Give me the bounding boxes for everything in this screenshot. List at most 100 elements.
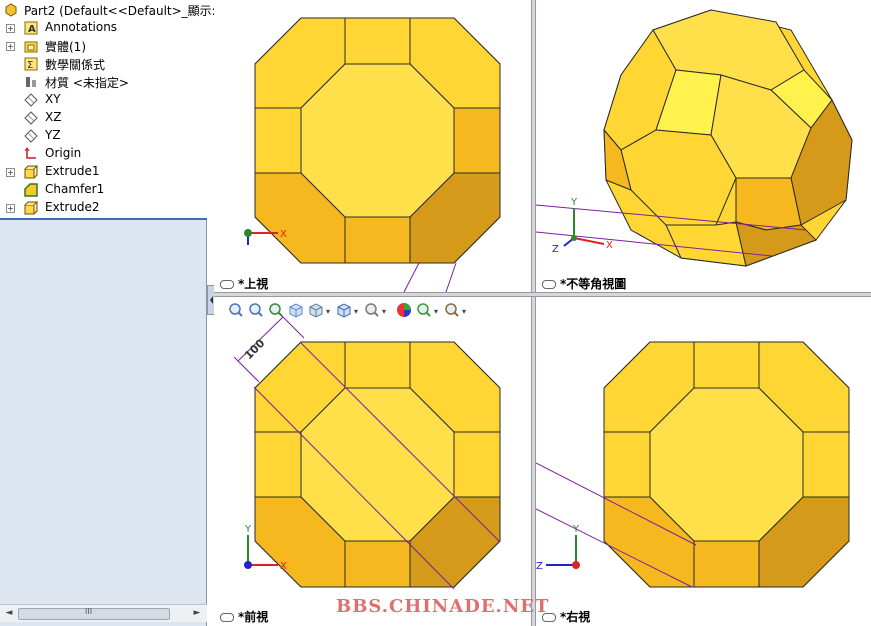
expand-icon[interactable]: + <box>6 168 15 177</box>
coordinate-triad: ZY <box>536 524 580 572</box>
scroll-grip: III <box>85 607 93 616</box>
dropdown-arrow-icon[interactable]: ▾ <box>382 307 386 316</box>
tree-item-label: Extrude2 <box>45 200 100 214</box>
viewport-front[interactable]: 100 X Y *前視 <box>214 297 531 626</box>
apply-scene-icon[interactable] <box>416 302 432 318</box>
tree-item[interactable]: 材質 <未指定> <box>0 73 207 91</box>
scroll-left-icon[interactable]: ◄ <box>2 606 16 620</box>
svg-text:Σ: Σ <box>27 60 33 71</box>
svg-text:A: A <box>28 24 36 35</box>
tree-item-label: XY <box>45 92 61 106</box>
edge-face <box>453 431 501 498</box>
edge-face <box>254 107 302 174</box>
expand-icon[interactable]: + <box>6 42 15 51</box>
viewport-label-top: *上視 <box>220 275 268 292</box>
tree-item[interactable]: + Extrude2 <box>0 199 207 217</box>
dropdown-arrow-icon[interactable]: ▾ <box>326 307 330 316</box>
sketch-line <box>403 262 420 292</box>
tree-item[interactable]: XZ <box>0 109 207 127</box>
edge-face <box>693 341 760 389</box>
tree-item[interactable]: + 實體(1) <box>0 37 207 55</box>
plane-icon <box>24 93 38 107</box>
edge-face <box>693 540 760 588</box>
scroll-thumb[interactable]: III <box>18 607 170 620</box>
triad-y-label: Y <box>572 524 580 535</box>
tree-item[interactable]: Σ 數學關係式 <box>0 55 207 73</box>
edge-face <box>453 107 501 174</box>
tree-item-label: XZ <box>45 110 62 124</box>
triad-x-label: X <box>280 229 287 240</box>
vertical-splitter[interactable] <box>531 0 536 626</box>
tree-item[interactable]: + Extrude1 <box>0 163 207 181</box>
horizontal-splitter[interactable] <box>214 292 871 297</box>
triad-z-label: Z <box>536 561 543 572</box>
dimension-value: 100 <box>242 336 268 362</box>
tree-item[interactable]: + A Annotations <box>0 19 207 37</box>
center-face <box>300 63 455 218</box>
triad-z-label: Z <box>552 244 559 255</box>
link-views-icon[interactable] <box>220 613 234 622</box>
triad-x-label: X <box>606 240 613 251</box>
tree-item-label: Origin <box>45 146 82 160</box>
tree-item[interactable]: XY <box>0 91 207 109</box>
dropdown-arrow-icon[interactable]: ▾ <box>354 307 358 316</box>
extrude-icon <box>24 165 39 179</box>
tree-horizontal-scrollbar[interactable]: ◄ III ► <box>0 604 207 622</box>
link-views-icon[interactable] <box>220 280 234 289</box>
edge-face <box>344 540 411 588</box>
view-settings-icon[interactable] <box>444 302 460 318</box>
tree-divider[interactable] <box>0 218 207 220</box>
link-views-icon[interactable] <box>542 280 556 289</box>
center-face <box>300 387 455 542</box>
zoom-to-area-icon[interactable] <box>248 302 264 318</box>
previous-view-icon[interactable] <box>268 302 284 318</box>
feature-manager-tree: Part2 (Default<<Default>_顯示: + A Annotation… <box>0 0 216 626</box>
tree-item[interactable]: Origin <box>0 145 207 163</box>
edit-appearance-icon[interactable] <box>396 302 412 318</box>
viewport-label-isometric: *不等角視圖 <box>542 275 626 292</box>
tree-item-label: Part2 (Default<<Default>_顯示: <box>24 4 216 18</box>
equations-icon: Σ <box>24 57 38 71</box>
annotations-icon: A <box>24 21 38 35</box>
viewport-isometric[interactable]: X Y Z *不等角視圖 <box>536 0 871 292</box>
zoom-to-fit-icon[interactable] <box>228 302 244 318</box>
edge-face <box>802 431 850 498</box>
dropdown-arrow-icon[interactable]: ▾ <box>462 307 466 316</box>
watermark: BBS.CHINADE.NET <box>336 596 550 617</box>
coordinate-triad: X Y Z <box>552 197 613 255</box>
tree-item-label: 數學關係式 <box>45 58 106 72</box>
expand-icon[interactable]: + <box>6 24 15 33</box>
edge-face <box>735 177 802 231</box>
triad-x-label: X <box>280 561 287 572</box>
tree-item-label: Annotations <box>45 20 118 34</box>
edge-face <box>344 341 411 389</box>
dropdown-arrow-icon[interactable]: ▾ <box>434 307 438 316</box>
tree-item-label: 材質 <未指定> <box>45 76 129 90</box>
viewport-top[interactable]: X *上視 <box>214 0 531 292</box>
edge-face <box>603 431 651 498</box>
plane-icon <box>24 129 38 143</box>
bottom-chamfer-face <box>735 221 817 267</box>
feature-tree-list: Part2 (Default<<Default>_顯示: + A Annotation… <box>0 0 216 218</box>
hide-show-items-icon[interactable] <box>364 302 380 318</box>
edge-face <box>344 216 411 264</box>
plane-icon <box>24 111 38 125</box>
section-view-icon[interactable] <box>288 302 304 318</box>
tree-item-label: Extrude1 <box>45 164 100 178</box>
scroll-right-icon[interactable]: ► <box>190 606 204 620</box>
display-style-icon[interactable] <box>336 302 352 318</box>
tree-item-label: 實體(1) <box>45 40 86 54</box>
bottom-face <box>665 221 747 267</box>
tree-item[interactable]: Part2 (Default<<Default>_顯示: <box>0 1 216 19</box>
tree-item[interactable]: Chamfer1 <box>0 181 207 199</box>
viewport-label-front: *前視 <box>220 608 268 625</box>
viewport-right[interactable]: ZY *右視 <box>536 297 871 626</box>
chamfer-icon <box>24 183 38 197</box>
material-icon <box>24 75 38 89</box>
tree-item-label: Chamfer1 <box>45 182 105 196</box>
tree-item-label: YZ <box>45 128 61 142</box>
origin-icon <box>24 147 38 161</box>
expand-icon[interactable]: + <box>6 204 15 213</box>
view-orientation-icon[interactable] <box>308 302 324 318</box>
tree-item[interactable]: YZ <box>0 127 207 145</box>
